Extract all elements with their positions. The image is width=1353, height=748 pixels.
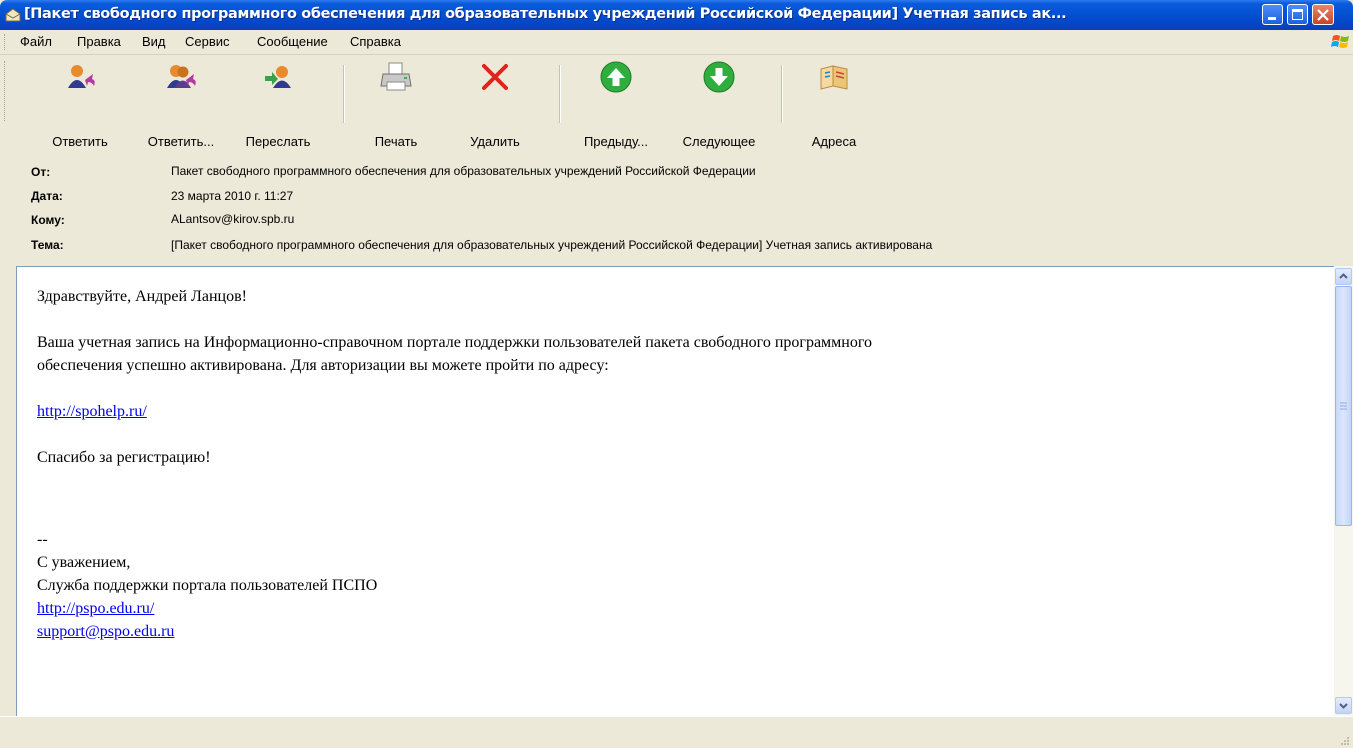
reply-icon xyxy=(68,65,95,88)
envelope-icon xyxy=(5,8,21,22)
menu-tools[interactable]: Сервис xyxy=(185,34,230,49)
menu-message[interactable]: Сообщение xyxy=(257,34,328,49)
toolbar-separator xyxy=(781,65,783,123)
menu-help[interactable]: Справка xyxy=(350,34,401,49)
message-content: Здравствуйте, Андрей Ланцов! Ваша учетна… xyxy=(37,285,1327,643)
mail-window: [Пакет свободного программного обеспечен… xyxy=(0,0,1353,748)
menu-edit[interactable]: Правка xyxy=(77,34,121,49)
message-body[interactable]: Здравствуйте, Андрей Ланцов! Ваша учетна… xyxy=(16,266,1353,716)
to-value: ALantsov@kirov.spb.ru xyxy=(171,212,295,226)
from-label: От: xyxy=(31,165,51,179)
previous-label: Предыду... xyxy=(583,134,649,149)
reply-all-label: Ответить... xyxy=(147,134,215,149)
body-text-line1: Ваша учетная запись на Информационно-спр… xyxy=(37,334,873,351)
scroll-up-button[interactable] xyxy=(1335,268,1352,285)
subject-label: Тема: xyxy=(31,238,64,252)
window-title: [Пакет свободного программного обеспечен… xyxy=(24,6,1067,22)
address-book-icon xyxy=(820,65,848,90)
signature-team: Служба поддержки портала пользователей П… xyxy=(37,577,378,594)
menu-grip[interactable] xyxy=(4,34,7,50)
greeting-text: Здравствуйте, Андрей Ланцов! xyxy=(37,288,247,305)
toolbar: Ответить Ответить... Переслать Печать Уд… xyxy=(0,55,1353,151)
toolbar-grip[interactable] xyxy=(4,61,7,121)
signature-site-link[interactable]: http://pspo.edu.ru/ xyxy=(37,600,154,617)
menu-bar: Файл Правка Вид Сервис Сообщение Справка xyxy=(0,30,1353,55)
signature-separator: -- xyxy=(37,531,48,548)
vertical-scrollbar[interactable] xyxy=(1334,266,1353,716)
grip-icon xyxy=(1340,402,1347,410)
close-icon xyxy=(1317,9,1329,21)
message-header: От: Пакет свободного программного обеспе… xyxy=(0,150,1353,264)
forward-icon xyxy=(265,66,291,88)
portal-link[interactable]: http://spohelp.ru/ xyxy=(37,403,147,420)
date-label: Дата: xyxy=(31,189,63,203)
thanks-text: Спасибо за регистрацию! xyxy=(37,449,211,466)
scroll-thumb[interactable] xyxy=(1335,286,1352,526)
delete-button[interactable]: Удалить xyxy=(456,58,534,149)
toolbar-separator xyxy=(343,65,345,123)
menu-view[interactable]: Вид xyxy=(142,34,166,49)
minimize-button[interactable] xyxy=(1262,4,1283,25)
reply-all-icon xyxy=(167,65,196,88)
reply-all-button[interactable]: Ответить... xyxy=(131,58,231,149)
addresses-button[interactable]: Адреса xyxy=(790,58,878,149)
date-value: 23 марта 2010 г. 11:27 xyxy=(171,189,294,203)
delete-icon xyxy=(482,64,508,90)
reply-button[interactable]: Ответить xyxy=(36,58,124,149)
delete-label: Удалить xyxy=(470,134,520,149)
print-label: Печать xyxy=(374,134,418,149)
scroll-down-button[interactable] xyxy=(1335,697,1352,714)
next-label: Следующее xyxy=(682,134,756,149)
signature-email-link[interactable]: support@pspo.edu.ru xyxy=(37,623,174,640)
arrow-down-icon xyxy=(703,61,735,93)
from-value: Пакет свободного программного обеспечени… xyxy=(171,164,756,178)
reply-label: Ответить xyxy=(52,134,108,149)
maximize-button[interactable] xyxy=(1287,4,1308,25)
next-button[interactable]: Следующее xyxy=(669,58,769,149)
close-button[interactable] xyxy=(1312,4,1334,25)
to-label: Кому: xyxy=(31,213,65,227)
body-text-line2: обеспечения успешно активирована. Для ав… xyxy=(37,357,609,374)
windows-logo-icon xyxy=(1331,35,1349,48)
subject-value: [Пакет свободного программного обеспечен… xyxy=(171,238,933,252)
minimize-icon xyxy=(1268,17,1276,20)
previous-button[interactable]: Предыду... xyxy=(568,58,664,149)
printer-icon xyxy=(380,62,412,91)
signature-regards: С уважением, xyxy=(37,554,131,571)
menu-file[interactable]: Файл xyxy=(20,34,52,49)
maximize-icon xyxy=(1292,9,1303,20)
title-bar[interactable]: [Пакет свободного программного обеспечен… xyxy=(0,0,1353,30)
forward-label: Переслать xyxy=(245,134,311,149)
status-bar xyxy=(0,716,1353,748)
chevron-up-icon xyxy=(1339,273,1348,279)
print-button[interactable]: Печать xyxy=(352,58,440,149)
forward-button[interactable]: Переслать xyxy=(232,58,324,149)
chevron-down-icon xyxy=(1339,703,1348,709)
arrow-up-icon xyxy=(600,61,632,93)
toolbar-separator xyxy=(559,65,561,123)
addresses-label: Адреса xyxy=(811,134,857,149)
resize-grip-icon[interactable] xyxy=(1339,735,1349,745)
